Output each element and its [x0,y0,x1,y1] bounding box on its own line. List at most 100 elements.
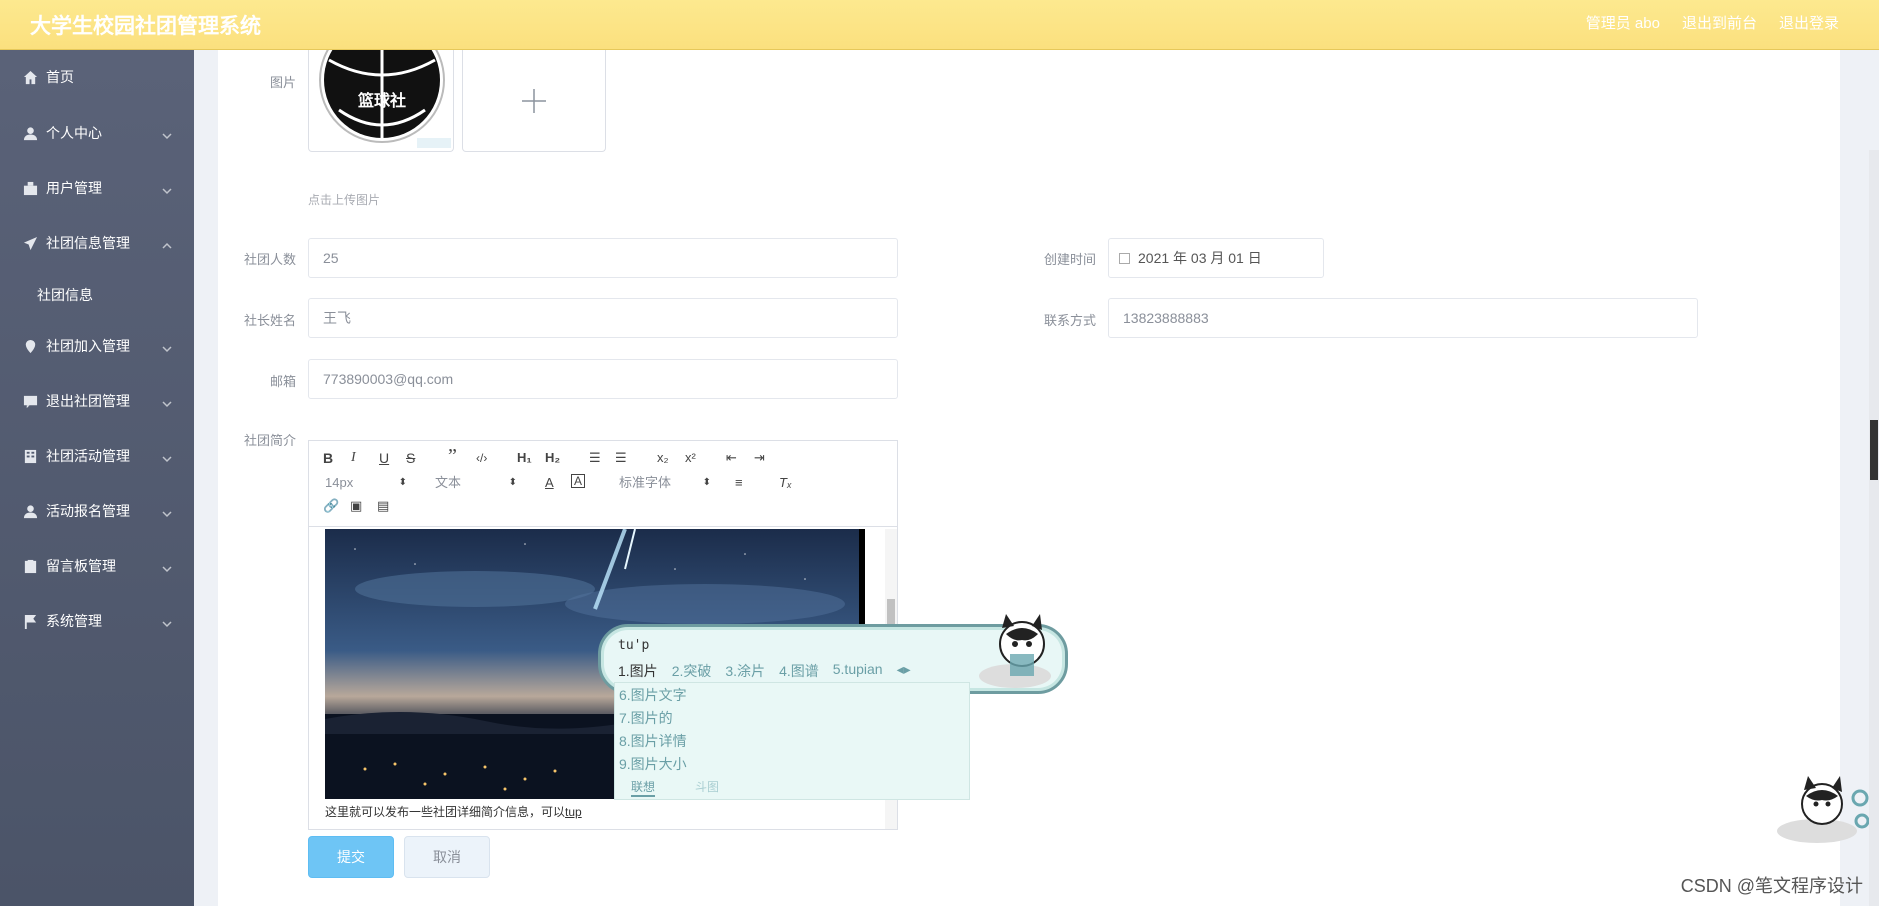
select-caret-icon: ⬍ [508,477,517,488]
top-header: 大学生校园社团管理系统 管理员 abo 退出到前台 退出登录 [0,0,1879,50]
cancel-button[interactable]: 取消 [404,836,490,878]
font-color-button[interactable]: A [545,474,554,492]
home-icon [22,69,38,85]
link-icon[interactable]: 🔗 [323,497,339,515]
font-size-select[interactable]: 14px ⬍ [325,474,407,492]
member-count-input[interactable]: 25 [308,238,898,278]
image-label: 图片 [269,75,296,90]
uploaded-image[interactable]: 篮球社 [308,50,454,152]
ime-candidate[interactable]: 3.涂片 [725,661,765,681]
bold-button[interactable]: B [323,449,333,467]
video-icon[interactable]: ▤ [377,497,389,515]
email-input[interactable]: 773890003@qq.com [308,359,898,399]
align-button[interactable]: ≡ [735,474,743,492]
sidebar-item-club-activity-management[interactable]: 社团活动管理 [0,441,194,471]
cat-mascot-decoration [1777,776,1870,843]
ordered-list-button[interactable]: ☰ [589,449,601,467]
indent-button[interactable]: ⇥ [754,449,765,467]
users-icon [22,180,38,196]
sidebar-subitem-label: 社团信息 [37,287,93,303]
sidebar-subitem-club-info[interactable]: 社团信息 [0,278,194,308]
ime-candidate[interactable]: 9.图片大小 [619,754,687,774]
code-block-button[interactable]: ‹/› [476,449,487,467]
select-caret-icon: ⬍ [398,477,407,488]
email-label: 邮箱 [269,374,296,389]
strike-button[interactable]: S [406,449,415,467]
ime-tabs: 联想 斗图 [631,778,719,797]
logout-link[interactable]: 退出登录 [1779,12,1839,33]
content-text: 这里就可以发布一些社团详细简介信息，可以 [325,805,566,819]
font-size-value: 14px [325,475,354,490]
chevron-down-icon [162,451,172,463]
created-time-label: 创建时间 [1043,252,1096,267]
heading1-button[interactable]: H₁ [517,449,532,467]
ime-page-arrows-icon[interactable]: ◂▸ [897,661,911,681]
chevron-down-icon [162,341,172,353]
sidebar-item-label: 用户管理 [46,180,102,196]
font-family-value: 标准字体 [619,475,672,490]
font-family-select[interactable]: 标准字体 ⬍ [619,474,711,492]
sidebar-item-activity-signup-management[interactable]: 活动报名管理 [0,496,194,526]
flag-icon [22,613,38,629]
blockquote-button[interactable]: ” [448,446,457,466]
superscript-button[interactable]: x² [685,449,696,467]
watermark: CSDN @笔文程序设计 [1680,876,1863,896]
admin-label: 管理员 abo [1585,15,1660,32]
contact-label: 联系方式 [1043,313,1096,328]
sidebar-item-user-management[interactable]: 用户管理 [0,173,194,203]
ime-tab-association[interactable]: 联想 [631,778,656,797]
location-icon [22,338,38,354]
clear-format-button[interactable]: Tₓ [779,474,792,492]
sidebar: 首页 个人中心 用户管理 社团信息管理 社团信息 社团加入管理 退出社团管理 社… [0,50,194,906]
ime-candidate[interactable]: 6.图片文字 [619,685,687,705]
contact-input[interactable]: 13823888883 [1108,298,1698,338]
ime-candidate[interactable]: 5.tupian [833,661,883,681]
sidebar-item-message-board-management[interactable]: 留言板管理 [0,551,194,581]
app-title: 大学生校园社团管理系统 [30,15,261,38]
sidebar-item-label: 社团加入管理 [46,338,130,354]
upload-hint: 点击上传图片 [308,193,381,207]
ime-candidate[interactable]: 4.图谱 [779,661,819,681]
italic-button[interactable]: I [351,449,356,467]
page-scrollbar-thumb[interactable] [1870,420,1878,480]
background-color-button[interactable]: A [571,474,585,488]
page-scrollbar[interactable] [1869,150,1879,906]
editor-content-text[interactable]: 这里就可以发布一些社团详细简介信息，可以tup [325,803,582,820]
sidebar-item-club-join-management[interactable]: 社团加入管理 [0,331,194,361]
sidebar-item-label: 活动报名管理 [46,503,130,519]
member-count-label: 社团人数 [243,252,296,267]
bullet-list-button[interactable]: ☰ [615,449,627,467]
ime-tab-meme[interactable]: 斗图 [695,778,719,797]
chevron-down-icon [162,128,172,140]
sidebar-item-label: 首页 [46,69,74,85]
submit-button[interactable]: 提交 [308,836,394,878]
chevron-down-icon [162,506,172,518]
sidebar-item-personal-center[interactable]: 个人中心 [0,118,194,148]
ime-candidate[interactable]: 2.突破 [672,661,712,681]
sidebar-item-home[interactable]: 首页 [0,62,194,92]
sidebar-item-label: 留言板管理 [46,558,116,574]
select-caret-icon: ⬍ [702,477,711,488]
outdent-button[interactable]: ⇤ [726,449,737,467]
logo-text: 篮球社 [357,91,406,110]
ime-candidate[interactable]: 1.图片 [618,661,658,681]
ime-candidate[interactable]: 8.图片详情 [619,731,687,751]
chevron-down-icon [162,183,172,195]
underline-button[interactable]: U [379,449,389,467]
add-image-button[interactable] [462,50,606,152]
chevron-down-icon [162,561,172,573]
ime-input: tu'p [618,638,650,653]
text-type-value: 文本 [435,475,462,490]
sidebar-item-system-management[interactable]: 系统管理 [0,606,194,636]
ime-candidate[interactable]: 7.图片的 [619,708,673,728]
image-icon[interactable]: ▣ [350,497,362,515]
ime-candidates: 1.图片 2.突破 3.涂片 4.图谱 5.tupian ◂▸ [618,661,911,681]
leader-name-input[interactable]: 王飞 [308,298,898,338]
sidebar-item-quit-club-management[interactable]: 退出社团管理 [0,386,194,416]
text-type-select[interactable]: 文本 ⬍ [435,474,517,492]
sidebar-item-club-info-management[interactable]: 社团信息管理 [0,228,194,258]
exit-to-front-link[interactable]: 退出到前台 [1682,12,1757,33]
created-time-input[interactable]: 2021 年 03 月 01 日 [1108,238,1324,278]
subscript-button[interactable]: x₂ [657,449,669,467]
heading2-button[interactable]: H₂ [545,449,560,467]
